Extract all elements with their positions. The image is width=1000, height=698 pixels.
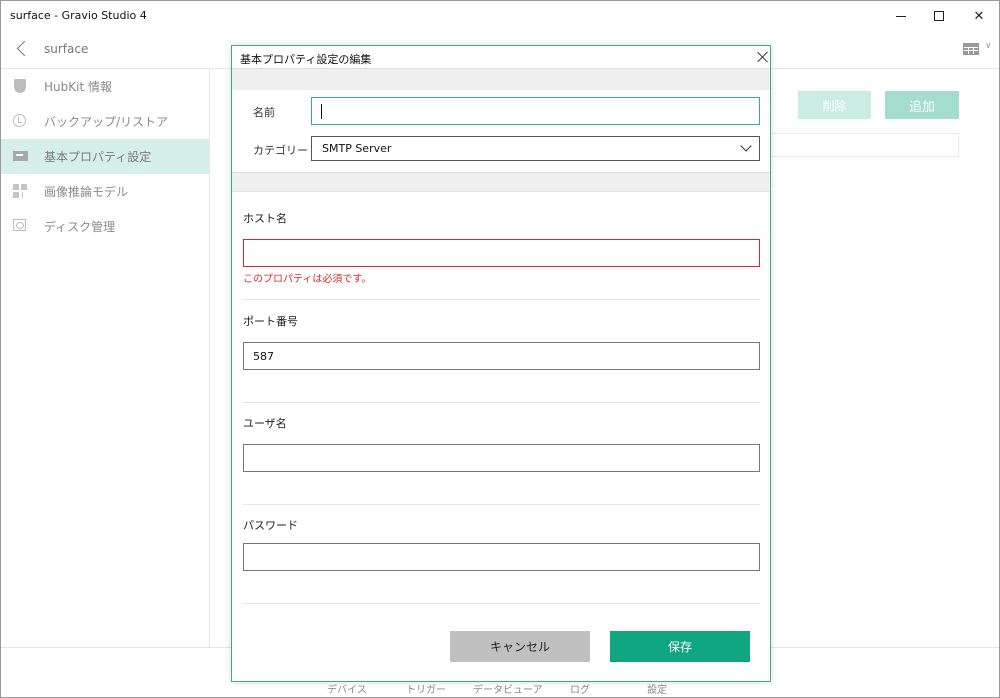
nav-devices[interactable]: デバイス [327,681,367,696]
port-label: ポート番号 [243,315,298,328]
maximize-icon [934,11,944,21]
category-label: カテゴリー [253,144,308,157]
close-icon: ✕ [973,8,985,24]
host-error-message: このプロパティは必須です。 [243,274,372,285]
back-arrow-icon[interactable] [15,39,29,59]
port-input[interactable]: 587 [243,342,760,370]
text-caret [321,104,322,119]
chevron-down-icon[interactable]: ∨ [985,41,992,51]
password-input[interactable] [243,543,760,571]
password-label: パスワード [243,519,298,532]
background-list-row [771,133,959,157]
shield-icon [14,79,26,93]
close-icon[interactable] [756,49,770,65]
host-label: ホスト名 [243,212,287,225]
minimize-button[interactable] [881,1,921,31]
name-input[interactable] [311,97,760,125]
nav-settings[interactable]: 設定 [647,681,667,696]
divider [243,504,760,505]
save-button[interactable]: 保存 [610,631,750,662]
sidebar-item-label: 画像推論モデル [44,185,129,199]
section-band [232,172,770,192]
restore-icon [13,114,26,127]
nav-triggers[interactable]: トリガー [406,681,446,696]
port-value: 587 [253,350,274,363]
sidebar-item-label: HubKit 情報 [44,80,112,94]
add-button[interactable]: 追加 [885,91,959,119]
window-title: surface - Gravio Studio 4 [10,9,147,22]
chevron-down-icon [740,140,752,152]
disk-icon [13,219,26,231]
breadcrumb: surface [44,42,89,56]
sidebar-item-basic-properties[interactable]: 基本プロパティ設定 [1,139,209,174]
category-select[interactable]: SMTP Server [311,136,760,161]
user-label: ユーザ名 [243,417,287,430]
sidebar-item-label: 基本プロパティ設定 [44,150,152,164]
properties-icon [13,151,28,161]
name-label: 名前 [253,106,275,119]
divider [243,603,760,604]
host-input[interactable] [243,239,760,267]
nav-log[interactable]: ログ [570,681,590,696]
category-value: SMTP Server [322,142,392,155]
sidebar-item-backup-restore[interactable]: バックアップ/リストア [1,104,209,139]
model-icon [13,184,27,198]
divider [243,402,760,403]
sidebar-item-disk[interactable]: ディスク管理 [1,209,209,244]
divider [243,299,760,300]
dialog-title: 基本プロパティ設定の編集 [240,53,372,66]
sidebar-item-hubkit-info[interactable]: HubKit 情報 [1,69,209,104]
sidebar-item-image-model[interactable]: 画像推論モデル [1,174,209,209]
cancel-button[interactable]: キャンセル [450,631,590,662]
app-window: surface - Gravio Studio 4 ✕ surface ∨ Hu… [0,0,1000,698]
view-toggle-icon[interactable] [963,43,979,55]
edit-property-dialog: 基本プロパティ設定の編集 名前 カテゴリー SMTP Server ホスト名 こ… [231,45,771,682]
maximize-button[interactable] [919,1,959,31]
sidebar-item-label: バックアップ/リストア [44,115,169,129]
delete-button[interactable]: 削除 [798,91,871,119]
nav-data-viewer[interactable]: データビューア [473,681,543,696]
sidebar: HubKit 情報 バックアップ/リストア 基本プロパティ設定 画像推論モデル … [1,69,210,647]
header-band [232,68,770,90]
sidebar-item-label: ディスク管理 [44,220,116,234]
minimize-icon [896,15,906,17]
close-window-button[interactable]: ✕ [959,1,999,31]
title-bar: surface - Gravio Studio 4 ✕ [1,1,999,31]
user-input[interactable] [243,444,760,472]
